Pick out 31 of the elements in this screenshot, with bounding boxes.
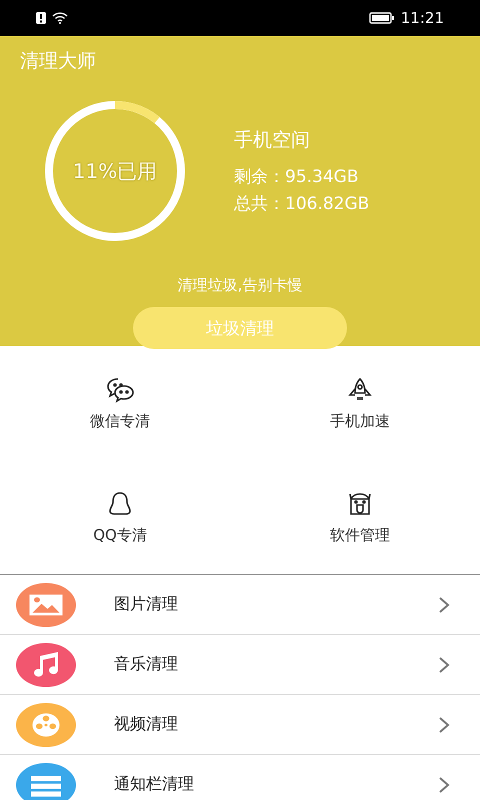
clean-list-item[interactable]: 通知栏清理 [0,755,480,800]
item-label: 音乐清理 [114,654,179,675]
remaining-space: 剩余：95.34GB [234,166,359,188]
tool-label: 微信专清 [90,412,150,430]
chevron-right-icon [438,716,450,734]
app-title: 清理大师 [19,49,96,74]
clean-list-item[interactable]: 视频清理 [0,695,480,755]
chevron-right-icon [438,776,450,794]
item-label: 视频清理 [114,714,179,735]
total-space: 总共：106.82GB [234,193,370,215]
chat-bubbles-icon [105,376,135,404]
clock-time: 11:21 [400,9,444,27]
tool-label: 软件管理 [330,526,390,544]
used-percent-label: 11%已用 [72,158,158,185]
tool-item[interactable]: QQ专清 [0,460,240,574]
tool-item[interactable]: 软件管理 [240,460,480,574]
item-label: 通知栏清理 [114,774,195,795]
chevron-right-icon [438,596,450,614]
item-label: 图片清理 [114,594,179,615]
tool-item[interactable]: 微信专清 [0,346,240,460]
clean-list-item[interactable]: 音乐清理 [0,635,480,695]
chevron-right-icon [438,656,450,674]
wifi-icon [52,12,68,24]
tool-item[interactable]: 手机加速 [240,346,480,460]
slogan-text: 清理垃圾,告别卡慢 [176,276,304,295]
battery-icon [368,12,395,24]
tool-label: 手机加速 [330,412,390,430]
alert-icon [36,12,46,24]
storage-heading: 手机空间 [234,128,310,153]
clean-list-item[interactable]: 图片清理 [0,575,480,635]
tool-label: QQ专清 [93,526,147,544]
